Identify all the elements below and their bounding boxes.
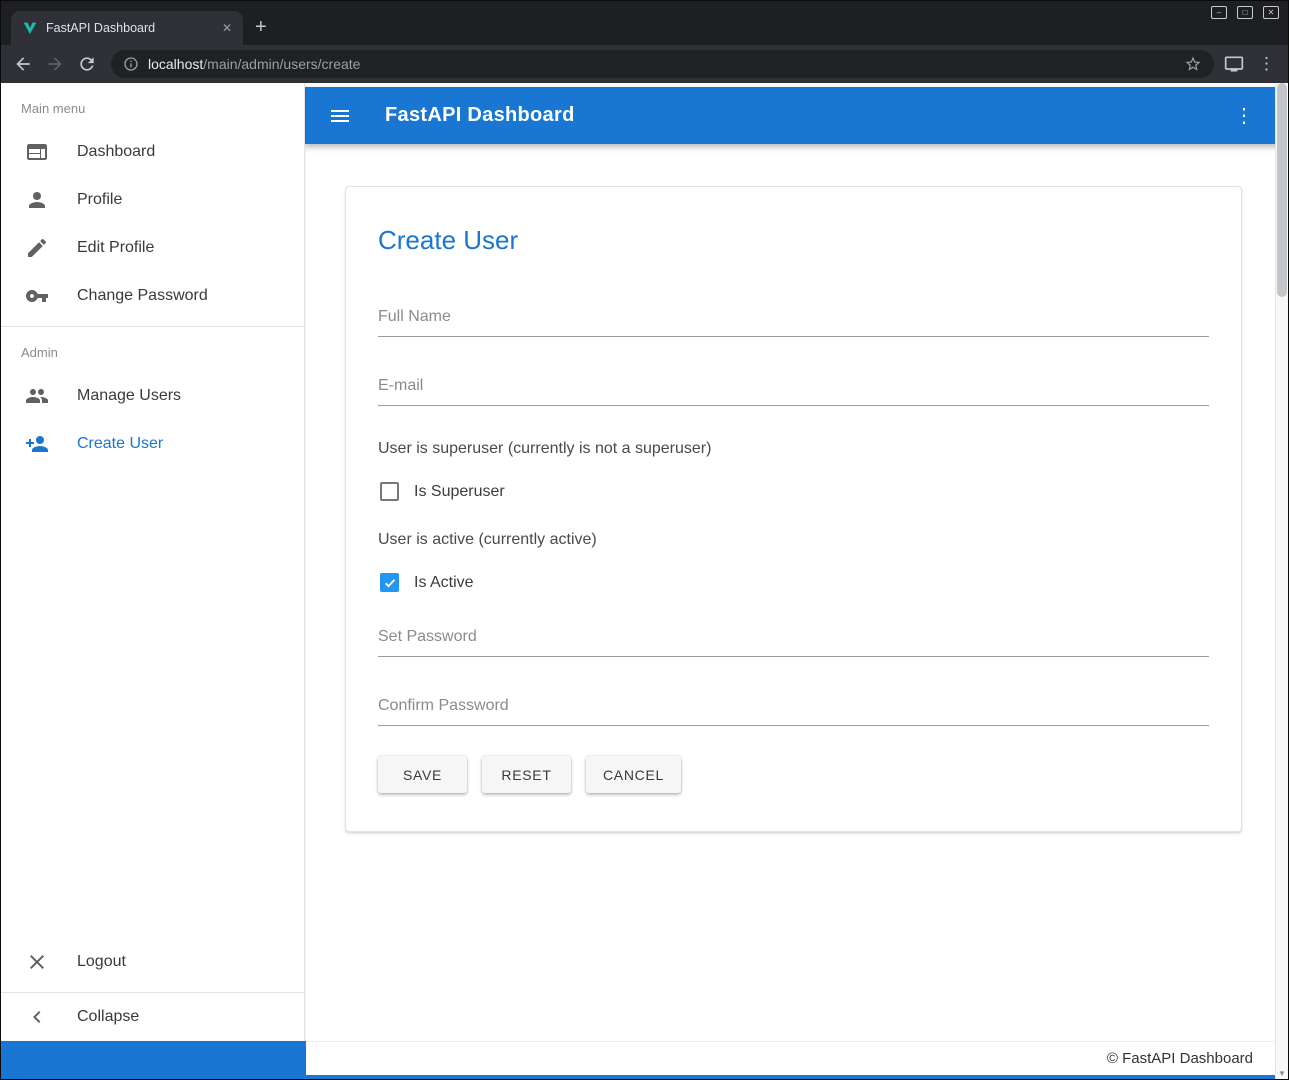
browser-tab[interactable]: FastAPI Dashboard ✕ <box>11 11 243 45</box>
url-path: /main/admin/users/create <box>203 56 360 72</box>
maximize-button[interactable]: □ <box>1237 6 1253 19</box>
site-info-icon[interactable] <box>123 56 139 72</box>
sidebar-item-manage-users[interactable]: Manage Users <box>1 372 304 420</box>
set-password-input[interactable] <box>378 622 1209 657</box>
window-controls: – □ ✕ <box>1211 6 1279 19</box>
superuser-checkbox-row[interactable]: Is Superuser <box>380 482 1209 501</box>
cast-icon[interactable] <box>1224 54 1244 74</box>
new-tab-button[interactable]: + <box>255 17 267 37</box>
person-icon <box>25 188 49 212</box>
sidebar-item-label: Change Password <box>77 287 208 305</box>
browser-toolbar: localhost/main/admin/users/create ⋮ <box>1 45 1288 83</box>
email-field-wrap <box>378 371 1209 406</box>
sidebar-item-label: Edit Profile <box>77 239 154 257</box>
sidebar: Main menu Dashboard Profile Edit Profile <box>1 83 305 1041</box>
bookmark-star-icon[interactable] <box>1184 55 1202 73</box>
form-buttons: SAVE RESET CANCEL <box>378 756 1209 793</box>
browser-menu-icon[interactable]: ⋮ <box>1258 54 1274 74</box>
app-title: FastAPI Dashboard <box>385 104 575 127</box>
page-scrollbar[interactable]: ▼ <box>1275 83 1288 1079</box>
address-bar[interactable]: localhost/main/admin/users/create <box>111 50 1214 78</box>
sidebar-item-dashboard[interactable]: Dashboard <box>1 128 304 176</box>
main-area: FastAPI Dashboard ⋮ Create User User is … <box>305 83 1288 1041</box>
sidebar-item-collapse[interactable]: Collapse <box>1 993 304 1041</box>
back-icon[interactable] <box>11 52 35 76</box>
sidebar-section-admin: Admin <box>1 327 304 372</box>
email-input[interactable] <box>378 371 1209 406</box>
sidebar-item-label: Logout <box>77 953 126 971</box>
scrollbar-thumb[interactable] <box>1277 83 1287 297</box>
create-user-card: Create User User is superuser (currently… <box>345 186 1242 832</box>
vuetify-favicon-icon <box>22 20 38 36</box>
dashboard-icon <box>25 140 49 164</box>
group-icon <box>25 384 49 408</box>
appbar-menu-icon[interactable]: ⋮ <box>1232 103 1256 128</box>
active-checkbox-label: Is Active <box>414 574 474 592</box>
sidebar-item-label: Profile <box>77 191 122 209</box>
set-password-field-wrap <box>378 622 1209 657</box>
sidebar-section-main-menu: Main menu <box>1 83 304 128</box>
key-icon <box>25 284 49 308</box>
sidebar-item-change-password[interactable]: Change Password <box>1 272 304 320</box>
superuser-hint: User is superuser (currently is not a su… <box>378 440 1209 458</box>
browser-window: FastAPI Dashboard ✕ + – □ ✕ localhost/ma… <box>0 0 1289 1080</box>
full-name-field-wrap <box>378 302 1209 337</box>
sidebar-item-logout[interactable]: Logout <box>1 938 304 986</box>
browser-tab-strip: FastAPI Dashboard ✕ + – □ ✕ <box>1 1 1288 45</box>
app-bar: FastAPI Dashboard ⋮ <box>305 87 1288 144</box>
active-hint: User is active (currently active) <box>378 531 1209 549</box>
content: Create User User is superuser (currently… <box>305 144 1288 1041</box>
sidebar-item-label: Manage Users <box>77 387 181 405</box>
tab-title: FastAPI Dashboard <box>46 21 211 35</box>
tab-close-icon[interactable]: ✕ <box>219 21 235 35</box>
scrollbar-down-arrow-icon[interactable]: ▼ <box>1276 1069 1288 1078</box>
url-host: localhost <box>148 56 203 72</box>
page: Main menu Dashboard Profile Edit Profile <box>1 83 1288 1079</box>
hamburger-menu-icon[interactable] <box>328 104 352 128</box>
reload-icon[interactable] <box>75 52 99 76</box>
full-name-input[interactable] <box>378 302 1209 337</box>
page-title: Create User <box>378 225 1209 256</box>
person-add-icon <box>25 432 49 456</box>
active-checkbox-row[interactable]: Is Active <box>380 573 1209 592</box>
sidebar-item-edit-profile[interactable]: Edit Profile <box>1 224 304 272</box>
confirm-password-field-wrap <box>378 691 1209 726</box>
cancel-button[interactable]: CANCEL <box>586 756 681 793</box>
superuser-checkbox[interactable] <box>380 482 399 501</box>
sidebar-item-label: Collapse <box>77 1008 139 1026</box>
sidebar-item-create-user[interactable]: Create User <box>1 420 304 468</box>
save-button[interactable]: SAVE <box>378 756 467 793</box>
close-x-icon <box>25 950 49 974</box>
minimize-button[interactable]: – <box>1211 6 1227 19</box>
confirm-password-input[interactable] <box>378 691 1209 726</box>
forward-icon[interactable] <box>43 52 67 76</box>
check-icon <box>383 576 397 590</box>
sidebar-spacer <box>1 468 304 938</box>
copyright-text: © FastAPI Dashboard <box>1107 1050 1253 1067</box>
superuser-checkbox-label: Is Superuser <box>414 483 505 501</box>
reset-button[interactable]: RESET <box>482 756 571 793</box>
close-button[interactable]: ✕ <box>1263 6 1279 19</box>
pencil-icon <box>25 236 49 260</box>
sidebar-item-label: Create User <box>77 435 163 453</box>
sidebar-item-profile[interactable]: Profile <box>1 176 304 224</box>
sidebar-item-label: Dashboard <box>77 143 155 161</box>
chevron-left-icon <box>25 1005 49 1029</box>
copyright-footer: © FastAPI Dashboard <box>306 1041 1275 1075</box>
active-checkbox[interactable] <box>380 573 399 592</box>
